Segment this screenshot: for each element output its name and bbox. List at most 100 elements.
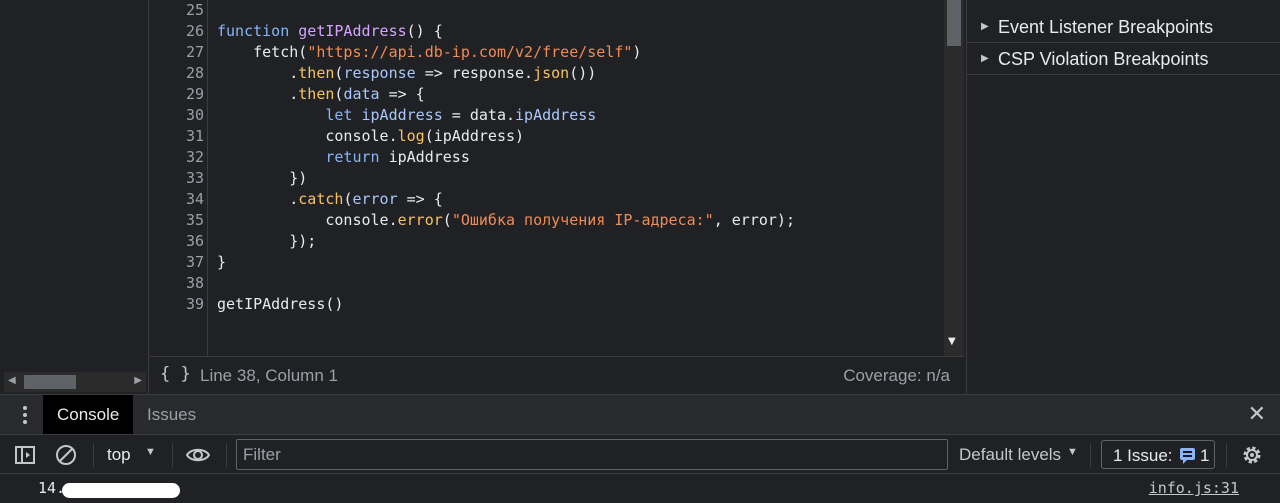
code-token: => { xyxy=(379,85,425,103)
editor-vertical-scrollbar[interactable]: ▼ xyxy=(944,0,964,356)
code-token: . xyxy=(217,64,299,82)
source-link[interactable]: info.js:31 xyxy=(1149,479,1239,497)
line-number[interactable]: 33 xyxy=(150,168,204,189)
code-token: function xyxy=(217,22,299,40)
code-token: , error); xyxy=(713,211,795,229)
code-line[interactable]: 26 function getIPAddress() { xyxy=(150,21,940,42)
navigator-horizontal-scrollbar[interactable]: ◀ ▶ xyxy=(4,372,146,392)
line-number[interactable]: 38 xyxy=(150,273,204,294)
section-event-listener-breakpoints[interactable]: ▶ Event Listener Breakpoints xyxy=(967,12,1280,43)
code-text: fetch("https://api.db-ip.com/v2/free/sel… xyxy=(217,42,641,63)
redaction-mark xyxy=(62,483,180,498)
code-line[interactable]: 36 }); xyxy=(150,231,940,252)
scrollbar-thumb[interactable] xyxy=(947,0,961,46)
code-line[interactable]: 33 }) xyxy=(150,168,940,189)
line-number[interactable]: 25 xyxy=(150,0,204,21)
code-text: } xyxy=(217,252,226,273)
editor-status-bar: { } Line 38, Column 1 Coverage: n/a xyxy=(150,356,964,394)
section-label: CSP Violation Breakpoints xyxy=(998,49,1209,69)
code-line[interactable]: 39 getIPAddress() xyxy=(150,294,940,315)
message-icon xyxy=(1180,448,1195,464)
drawer-tab-bar: Console Issues ✕ xyxy=(0,394,1280,434)
code-token: getIPAddress() xyxy=(217,295,344,313)
code-text: .then(data => { xyxy=(217,84,425,105)
log-levels-dropdown[interactable]: Default levels xyxy=(959,445,1061,465)
code-token: "https://api.db-ip.com/v2/free/self" xyxy=(307,43,633,61)
clear-console-icon[interactable] xyxy=(54,443,78,467)
line-number[interactable]: 32 xyxy=(150,147,204,168)
code-token: ipAddress xyxy=(515,106,597,124)
code-text: function getIPAddress() { xyxy=(217,21,443,42)
code-line[interactable]: 37} xyxy=(150,252,940,273)
code-line[interactable]: 38 xyxy=(150,273,940,294)
scroll-left-icon[interactable]: ◀ xyxy=(8,375,16,386)
debugger-sidebar: ▶ Event Listener Breakpoints ▶ CSP Viola… xyxy=(966,0,1280,394)
code-line[interactable]: 34 .catch(error => { xyxy=(150,189,940,210)
code-line[interactable]: 28 .then(response => response.json()) xyxy=(150,63,940,84)
section-label: Event Listener Breakpoints xyxy=(998,17,1214,37)
gear-icon[interactable] xyxy=(1240,443,1264,467)
line-number[interactable]: 31 xyxy=(150,126,204,147)
tab-issues[interactable]: Issues xyxy=(133,395,210,434)
code-token: return xyxy=(325,148,380,166)
line-number[interactable]: 29 xyxy=(150,84,204,105)
code-token: response xyxy=(343,64,416,82)
console-output: 14. info.js:31 xyxy=(0,474,1280,503)
execution-context-select[interactable]: top xyxy=(107,445,131,465)
code-line[interactable]: 25 xyxy=(150,0,940,21)
code-token: } xyxy=(217,253,227,271)
console-message-text: 14. xyxy=(38,479,66,497)
line-number[interactable]: 30 xyxy=(150,105,204,126)
line-number[interactable]: 35 xyxy=(150,210,204,231)
line-number[interactable]: 39 xyxy=(150,294,204,315)
cursor-position: Line 38, Column 1 xyxy=(200,366,338,385)
expand-triangle-icon[interactable]: ▶ xyxy=(981,53,989,64)
line-number[interactable]: 36 xyxy=(150,231,204,252)
code-token: ( xyxy=(442,211,452,229)
line-number[interactable]: 34 xyxy=(150,189,204,210)
filter-input[interactable] xyxy=(236,439,948,470)
code-line[interactable]: 29 .then(data => { xyxy=(150,84,940,105)
issues-counter-button[interactable]: 1 Issue: 1 xyxy=(1101,440,1215,469)
line-number[interactable]: 27 xyxy=(150,42,204,63)
code-token: (ipAddress) xyxy=(424,127,525,145)
expand-triangle-icon[interactable]: ▶ xyxy=(981,21,989,32)
line-number[interactable]: 28 xyxy=(150,63,204,84)
code-text: }) xyxy=(217,168,307,189)
code-line[interactable]: 31 console.log(ipAddress) xyxy=(150,126,940,147)
pretty-print-icon[interactable]: { } xyxy=(160,364,191,384)
code-token: "Ошибка получения IP-адреса:" xyxy=(451,211,714,229)
code-line[interactable]: 30 let ipAddress = data.ipAddress xyxy=(150,105,940,126)
sidebar-toggle-icon[interactable] xyxy=(13,443,37,467)
code-line[interactable]: 35 console.error("Ошибка получения IP-ад… xyxy=(150,210,940,231)
scroll-down-icon[interactable]: ▼ xyxy=(948,336,956,347)
line-number[interactable]: 37 xyxy=(150,252,204,273)
kebab-menu-icon[interactable] xyxy=(18,404,32,426)
code-line[interactable]: 32 return ipAddress xyxy=(150,147,940,168)
chevron-down-icon[interactable]: ▼ xyxy=(1067,446,1078,458)
live-expression-eye-icon[interactable] xyxy=(186,443,210,467)
issues-label: 1 Issue: xyxy=(1113,446,1173,465)
section-csp-violation-breakpoints[interactable]: ▶ CSP Violation Breakpoints xyxy=(967,44,1280,75)
code-token: error xyxy=(352,190,398,208)
chevron-down-icon[interactable]: ▼ xyxy=(145,446,156,458)
code-line[interactable]: 27 fetch("https://api.db-ip.com/v2/free/… xyxy=(150,42,940,63)
code-token: }) xyxy=(217,169,308,187)
code-token: getIPAddress xyxy=(298,22,407,40)
tab-console[interactable]: Console xyxy=(43,395,134,434)
code-token: ) xyxy=(632,43,642,61)
scrollbar-thumb[interactable] xyxy=(24,375,76,389)
line-number[interactable]: 26 xyxy=(150,21,204,42)
coverage-status[interactable]: Coverage: n/a xyxy=(843,366,950,386)
code-token: => response. xyxy=(415,64,534,82)
code-token: . xyxy=(217,85,299,103)
code-text: }); xyxy=(217,231,316,252)
code-editor[interactable]: 25 26 function getIPAddress() {27 fetch("h… xyxy=(150,0,964,356)
code-token: then xyxy=(298,85,335,103)
code-token: fetch( xyxy=(217,43,308,61)
close-icon[interactable]: ✕ xyxy=(1248,401,1266,427)
scroll-right-icon[interactable]: ▶ xyxy=(134,375,142,386)
code-text: console.error("Ошибка получения IP-адрес… xyxy=(217,210,795,231)
code-token: ()) xyxy=(569,64,597,82)
